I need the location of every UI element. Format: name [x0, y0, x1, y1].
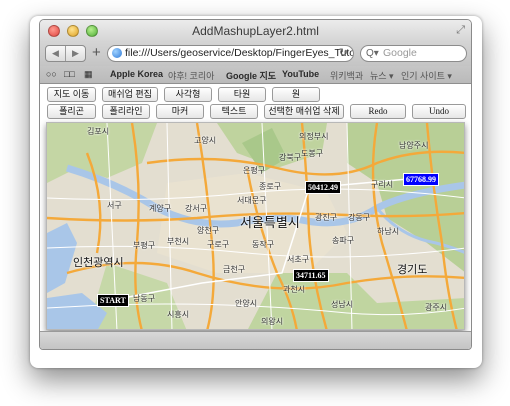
bookmarks-book-icon[interactable]: □□ [64, 69, 75, 79]
bookmark-popular-sites[interactable]: 인기 사이트 ▾ [401, 69, 452, 82]
browser-toolbar: ◀ ▶ + file:///Users/geoservice/Desktop/F… [40, 42, 471, 66]
map-move-button[interactable]: 지도 이동 [47, 87, 96, 102]
delete-selected-mashup-button[interactable]: 선택한 매쉬업 삭제 [264, 104, 344, 119]
page-content: 지도 이동 매쉬업 편집 사각형 타원 원 폴리곤 폴리라인 마커 텍스트 선택… [40, 84, 471, 349]
window-title: AddMashupLayer2.html [192, 24, 319, 38]
map-label-anyang: 안양시 [235, 299, 258, 308]
mashup-edit-button[interactable]: 매쉬업 편집 [102, 87, 158, 102]
bookmarks-bar: ○○ □□ ▦ Apple Korea 야후! 코리아 Google 지도 Yo… [40, 66, 471, 84]
globe-icon [112, 48, 122, 58]
map-label-gangseo: 강서구 [185, 204, 208, 213]
measure-label-34711: 34711.65 [293, 269, 329, 282]
bookmark-youtube[interactable]: YouTube [282, 69, 319, 79]
map-label-namyangju: 남양주시 [399, 141, 429, 150]
undo-button[interactable]: Undo [412, 104, 466, 119]
map-label-uijeongbu: 의정부시 [299, 132, 329, 141]
map-label-gangbuk: 강북구 [279, 153, 302, 162]
circle-button[interactable]: 원 [272, 87, 320, 102]
map-label-gwacheon: 과천시 [283, 285, 306, 294]
bookmark-google-maps[interactable]: Google 지도 [226, 69, 276, 82]
address-bar[interactable]: file:///Users/geoservice/Desktop/FingerE… [107, 45, 354, 62]
map-label-seocho: 서초구 [287, 255, 310, 264]
map-label-songpa: 송파구 [332, 236, 355, 245]
map-label-seoul: 서울특별시 [240, 215, 300, 230]
map-label-uiwang: 의왕시 [261, 317, 284, 326]
bookmark-apple-korea[interactable]: Apple Korea [110, 69, 163, 79]
map-label-goyang: 고양시 [194, 136, 217, 145]
map-label-gwangju: 광주시 [425, 303, 448, 312]
marker-button[interactable]: 마커 [156, 104, 204, 119]
map-label-bupyeong: 부평구 [133, 241, 156, 250]
map-label-namdong: 남동구 [133, 294, 156, 303]
text-button[interactable]: 텍스트 [210, 104, 258, 119]
map-label-dongjak: 동작구 [252, 240, 275, 249]
map-label-jongno: 종로구 [259, 182, 282, 191]
back-icon[interactable]: ◀ [46, 46, 66, 61]
browser-window: AddMashupLayer2.html ⤢ ◀ ▶ + file:///Use… [39, 19, 472, 350]
address-text: file:///Users/geoservice/Desktop/FingerE… [125, 47, 354, 59]
map-label-eunpyeong: 은평구 [243, 166, 266, 175]
map-label-yangcheon: 양천구 [197, 226, 220, 235]
map-label-gyeyang: 계양구 [149, 204, 172, 213]
title-bar[interactable]: AddMashupLayer2.html ⤢ [40, 20, 471, 42]
redo-button[interactable]: Redo [350, 104, 406, 119]
ellipse-button[interactable]: 타원 [218, 87, 266, 102]
fullscreen-icon[interactable]: ⤢ [456, 24, 465, 37]
map-label-siheung: 시흥시 [167, 310, 190, 319]
map-label-dobong: 도봉구 [301, 149, 324, 158]
map-label-gangdong: 강동구 [348, 213, 371, 222]
rectangle-button[interactable]: 사각형 [164, 87, 212, 102]
forward-icon[interactable]: ▶ [66, 46, 85, 61]
map-label-gyeonggi: 경기도 [397, 264, 428, 276]
polygon-button[interactable]: 폴리곤 [47, 104, 96, 119]
measure-label-67768: 67768.99 [403, 173, 439, 186]
map-label-seongnam: 성남시 [331, 300, 354, 309]
search-placeholder: Google [383, 47, 417, 59]
new-tab-icon[interactable]: + [92, 44, 101, 61]
reload-icon[interactable]: ↻ [339, 46, 348, 61]
measure-start-label: START [97, 294, 129, 307]
reading-list-icon[interactable]: ○○ [46, 69, 57, 79]
map-label-geumcheon: 금천구 [223, 265, 246, 274]
bookmark-news[interactable]: 뉴스 ▾ [370, 69, 394, 82]
polyline-button[interactable]: 폴리라인 [102, 104, 150, 119]
map-view[interactable]: 김포시 고양시 의정부시 남양주시 도봉구 강북구 은평구 종로구 구리시 계양… [46, 122, 465, 330]
map-label-seogu: 서구 [107, 201, 122, 210]
status-bar [40, 331, 471, 349]
search-field[interactable]: Q▾ Google [360, 45, 467, 62]
map-label-gimpo: 김포시 [87, 127, 110, 136]
bookmark-yahoo-korea[interactable]: 야후! 코리아 [168, 69, 214, 82]
map-label-guri: 구리시 [371, 180, 394, 189]
map-label-incheon: 인천광역시 [73, 257, 124, 269]
measure-label-50412: 50412.49 [305, 181, 341, 194]
map-label-seodaemun: 서대문구 [237, 196, 267, 205]
top-sites-grid-icon[interactable]: ▦ [84, 69, 93, 80]
search-icon: Q▾ [366, 48, 379, 59]
map-label-gwangjin: 광진구 [315, 213, 338, 222]
bookmark-wikipedia[interactable]: 위키백과 [330, 69, 363, 82]
map-label-bucheon: 부천시 [167, 237, 190, 246]
map-label-guro: 구로구 [207, 240, 230, 249]
map-label-hanam: 하남시 [377, 227, 400, 236]
nav-buttons: ◀ ▶ [45, 45, 86, 62]
